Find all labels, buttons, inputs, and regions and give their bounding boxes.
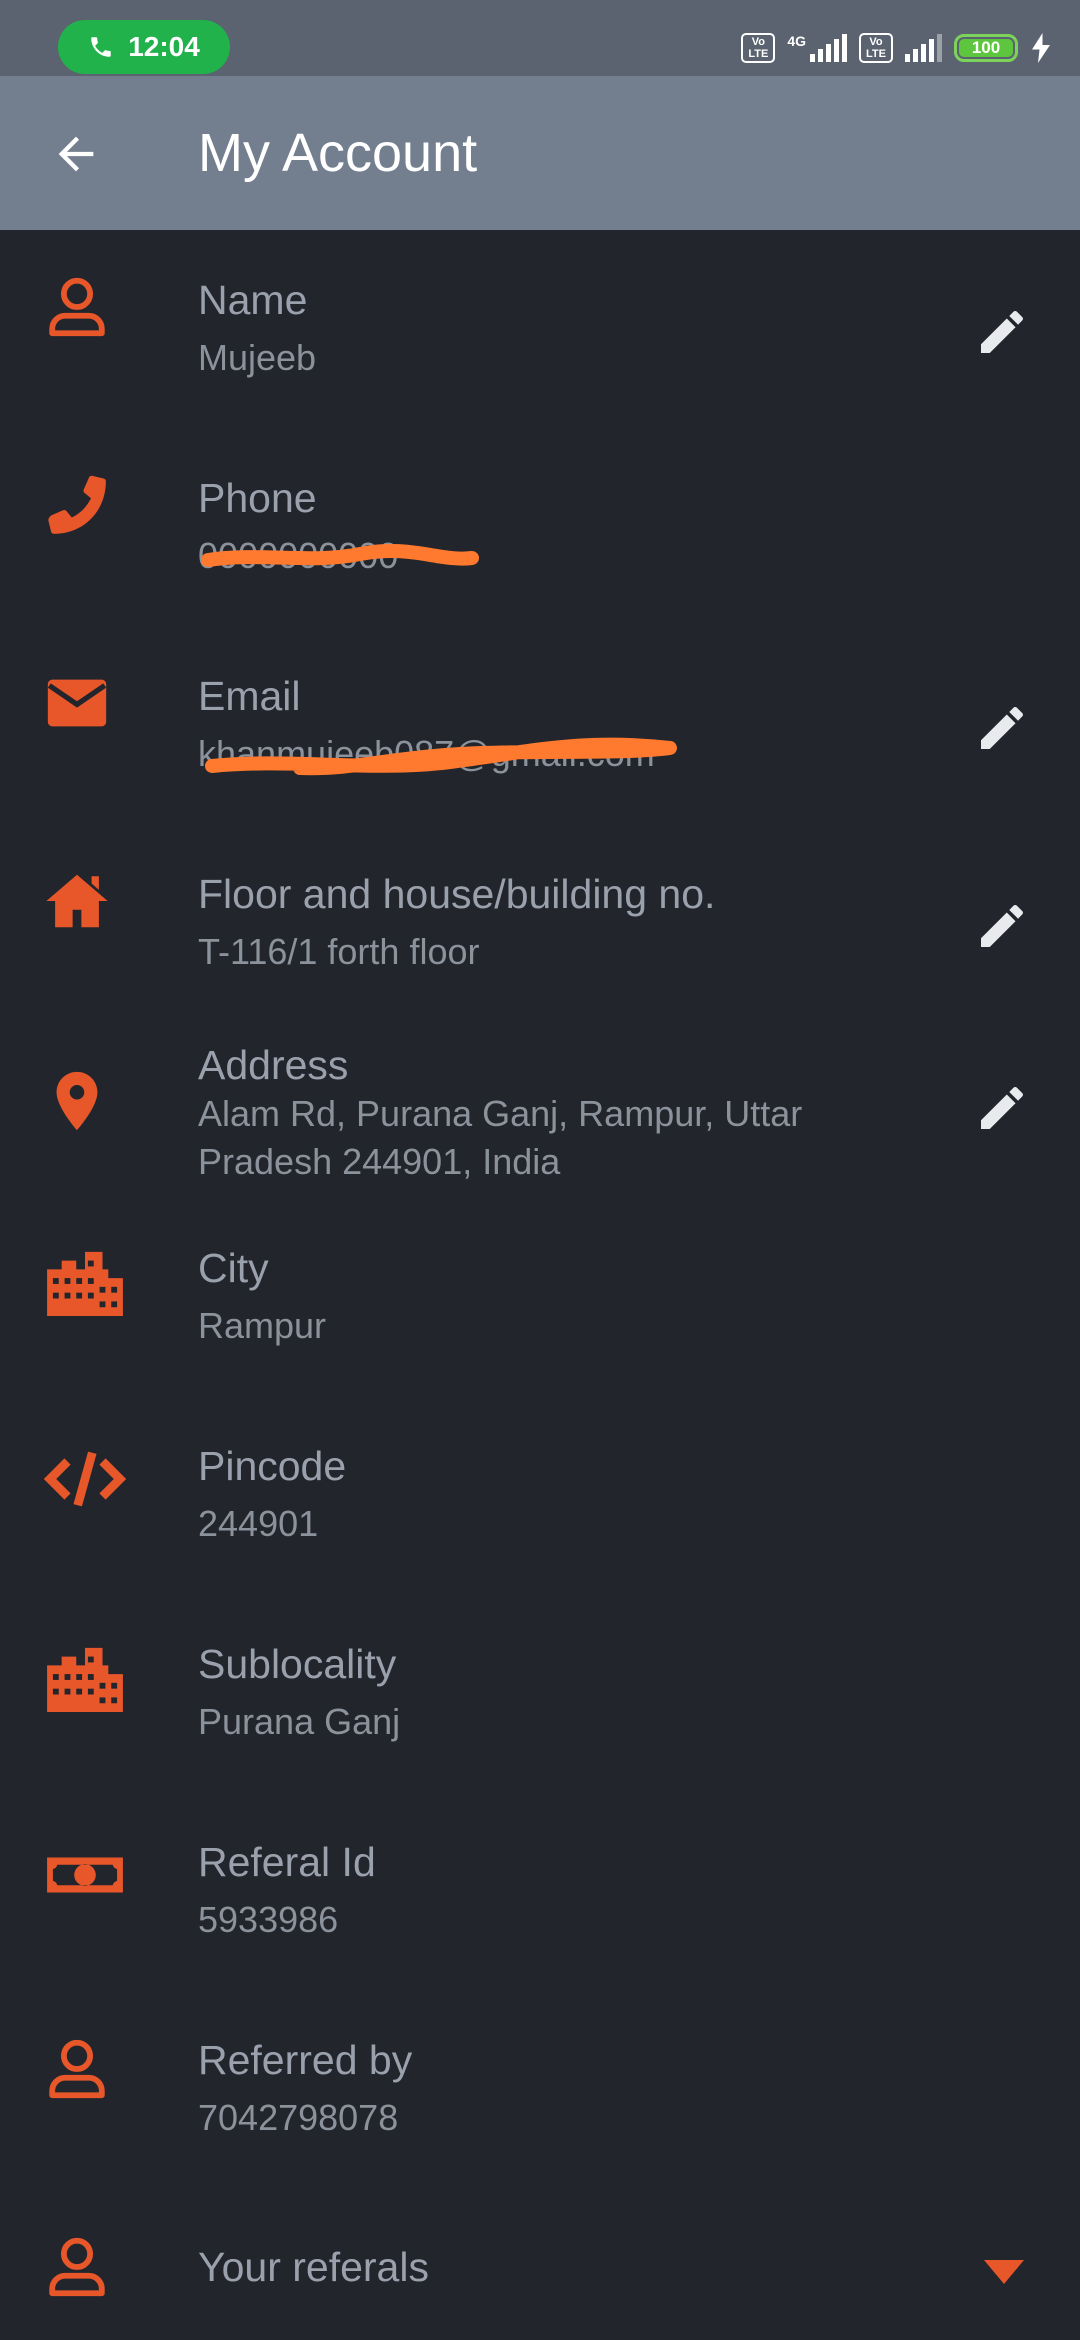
person-icon	[40, 2032, 114, 2106]
field-value: Purana Ganj	[198, 1701, 401, 1742]
battery-icon: 100	[954, 34, 1018, 62]
pencil-icon	[981, 1086, 1023, 1129]
banknote-icon	[42, 1838, 128, 1912]
edit-email-button[interactable]	[970, 696, 1034, 760]
volte-icon: Vo LTE	[741, 33, 776, 63]
network-type-label: 4G	[787, 33, 806, 49]
field-value: khanmujeeb087@gmail.com	[198, 733, 655, 774]
person-icon	[40, 270, 114, 344]
field-label: Your referals	[198, 2244, 429, 2290]
field-value: Rampur	[198, 1305, 327, 1346]
field-value: 0000000000	[198, 535, 399, 576]
field-label: Pincode	[198, 1443, 347, 1489]
house-icon	[40, 864, 114, 938]
phone-icon	[40, 468, 114, 542]
charging-bolt-icon	[1032, 33, 1050, 63]
page-title: My Account	[198, 123, 478, 183]
pencil-icon	[981, 904, 1023, 947]
battery-level: 100	[971, 38, 1001, 57]
signal-strength-icon-sim2	[905, 34, 942, 62]
city-buildings-icon	[42, 1244, 128, 1318]
field-value: 5933986	[198, 1899, 339, 1940]
field-label: Referal Id	[198, 1839, 376, 1885]
field-value: Alam Rd, Purana Ganj, Rampur, Uttar Prad…	[198, 1093, 803, 1182]
envelope-icon	[40, 666, 114, 740]
edit-floor-button[interactable]	[970, 894, 1034, 958]
field-label: Sublocality	[198, 1641, 397, 1687]
phone-call-icon	[91, 37, 111, 57]
ongoing-call-pill[interactable]: 12:04	[58, 20, 230, 74]
field-label: Floor and house/building no.	[198, 871, 716, 917]
status-bar: 12:04 Vo LTE 4G Vo LTE 100	[0, 0, 1080, 76]
field-label: Phone	[198, 475, 317, 521]
field-label: Name	[198, 277, 308, 323]
pencil-icon	[981, 310, 1023, 353]
pencil-icon	[981, 706, 1023, 749]
signal-strength-icon	[810, 34, 847, 62]
field-value: 7042798078	[198, 2097, 399, 2138]
map-pin-icon	[40, 1064, 114, 1138]
edit-address-button[interactable]	[970, 1076, 1034, 1140]
caret-down-icon	[984, 2260, 1024, 2284]
arrow-left-icon	[58, 136, 94, 172]
field-label: Address	[198, 1042, 349, 1088]
app-bar: My Account	[0, 76, 1080, 230]
edit-name-button[interactable]	[970, 300, 1034, 364]
status-time: 12:04	[128, 31, 200, 62]
field-value: 244901	[198, 1503, 319, 1544]
field-label: Referred by	[198, 2037, 413, 2083]
field-label: City	[198, 1245, 269, 1291]
volte-icon-sim2: Vo LTE	[859, 33, 893, 63]
field-label: Email	[198, 673, 301, 719]
code-icon	[42, 1442, 128, 1516]
city-buildings-icon	[42, 1640, 128, 1714]
person-icon	[40, 2230, 114, 2304]
back-button[interactable]	[48, 126, 104, 182]
your-referrals-expander[interactable]: Your referals	[0, 2230, 1080, 2310]
field-value: T-116/1 forth floor	[198, 931, 480, 972]
field-value: Mujeeb	[198, 337, 317, 378]
status-icons: Vo LTE 4G Vo LTE 100	[741, 26, 1052, 70]
